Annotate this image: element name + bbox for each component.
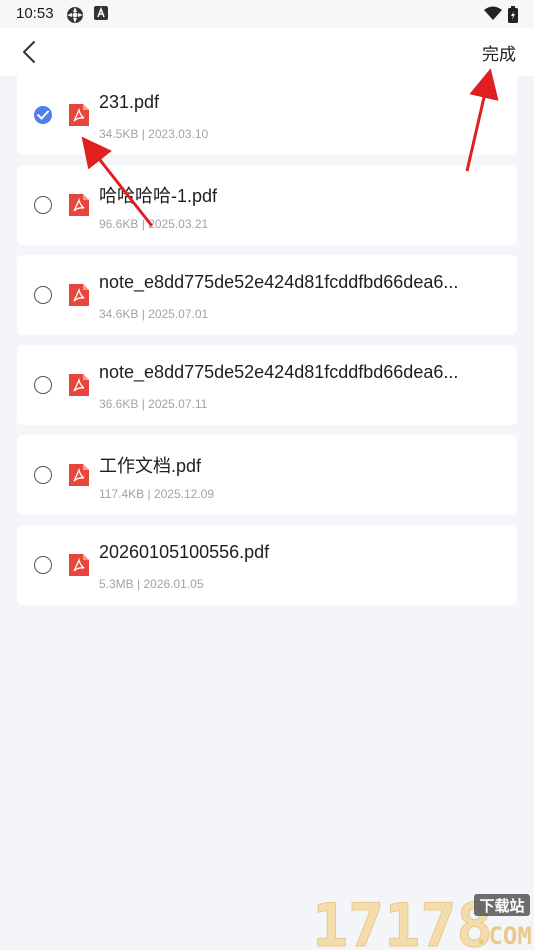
watermark-number: 17178 (312, 891, 493, 950)
file-item[interactable]: note_e8dd775de52e424d81fcddfbd66dea6... … (17, 255, 517, 335)
file-item[interactable]: note_e8dd775de52e424d81fcddfbd66dea6... … (17, 345, 517, 425)
checkbox-unchecked[interactable] (34, 286, 52, 304)
checkbox-unchecked[interactable] (34, 196, 52, 214)
done-button[interactable]: 完成 (482, 40, 516, 65)
checkbox-unchecked[interactable] (34, 556, 52, 574)
file-meta: 5.3MB | 2026.01.05 (99, 577, 204, 591)
status-time: 10:53 (16, 5, 54, 22)
file-name: note_e8dd775de52e424d81fcddfbd66dea6... (99, 362, 459, 382)
back-arrow-icon[interactable] (14, 36, 46, 68)
pdf-file-icon (69, 194, 89, 216)
status-bar: 10:53 (0, 0, 534, 28)
file-meta: 34.6KB | 2025.07.01 (99, 307, 209, 321)
font-a-icon (94, 6, 108, 20)
wifi-icon (484, 6, 502, 20)
pdf-file-icon (69, 464, 89, 486)
file-item[interactable]: 工作文档.pdf 117.4KB | 2025.12.09 (17, 435, 517, 515)
file-meta: 36.6KB | 2025.07.11 (99, 397, 208, 411)
nav-bar: 完成 (0, 28, 534, 76)
checkbox-unchecked[interactable] (34, 466, 52, 484)
file-name: 工作文档.pdf (99, 456, 202, 476)
pdf-file-icon (69, 104, 89, 126)
pdf-file-icon (69, 374, 89, 396)
battery-icon (508, 6, 518, 23)
watermark-suffix: .COM (474, 922, 532, 950)
pdf-file-icon (69, 554, 89, 576)
checkbox-checked[interactable] (34, 106, 52, 124)
file-meta: 96.6KB | 2025.03.21 (99, 217, 209, 231)
file-name: 20260105100556.pdf (99, 542, 270, 562)
file-list: 231.pdf 34.5KB | 2023.03.10 哈哈哈哈-1.pdf 9… (17, 75, 517, 615)
file-item[interactable]: 哈哈哈哈-1.pdf 96.6KB | 2025.03.21 (17, 165, 517, 245)
file-item[interactable]: 20260105100556.pdf 5.3MB | 2026.01.05 (17, 525, 517, 605)
check-icon (37, 110, 49, 120)
checkbox-unchecked[interactable] (34, 376, 52, 394)
file-item[interactable]: 231.pdf 34.5KB | 2023.03.10 (17, 75, 517, 155)
file-meta: 34.5KB | 2023.03.10 (99, 127, 209, 141)
sync-icon (67, 7, 83, 23)
file-name: 231.pdf (99, 92, 160, 112)
pdf-file-icon (69, 284, 89, 306)
site-watermark-logo: 17178 下载站 .COM (312, 891, 532, 950)
file-meta: 117.4KB | 2025.12.09 (99, 487, 214, 501)
file-name: note_e8dd775de52e424d81fcddfbd66dea6... (99, 272, 459, 292)
watermark-tag: 下载站 (479, 897, 524, 915)
file-name: 哈哈哈哈-1.pdf (99, 186, 218, 206)
